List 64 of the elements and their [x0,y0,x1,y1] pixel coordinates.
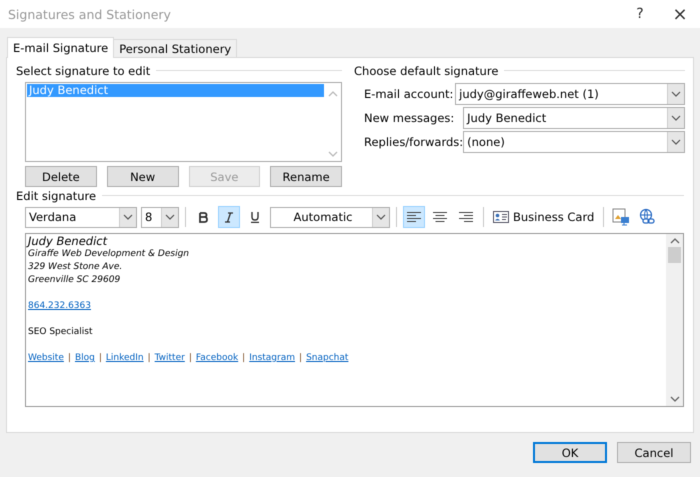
align-left-button[interactable] [403,206,425,228]
signature-line: SEO Specialist [28,326,94,339]
action-button[interactable]: New [106,166,178,187]
signature-editor[interactable]: Judy Benedict Giraffe Web Development & Design 329 West Stone Ave. Greenville SC 29609 864.232.6363 SEO Specialist Website | Blog | LinkedIn | Twitter | Facebook | Instagram | Snapchat [25,233,684,407]
section-heading: Select signature to edit [16,64,150,78]
italic-icon [224,212,234,222]
social-link[interactable]: Blog [74,352,95,365]
chevron-up-icon[interactable] [670,238,680,244]
picture-monitor-icon [612,208,630,226]
separator: | [148,352,151,365]
social-link[interactable]: LinkedIn [106,352,144,365]
social-link[interactable]: Instagram [249,352,296,365]
business-card-button[interactable]: Business Card [490,206,598,228]
chevron-down-icon [376,214,386,220]
separator: | [299,352,302,365]
separator: | [68,352,71,365]
field-label: Replies/forwards: [364,135,464,149]
chevron-down-icon [671,115,682,121]
dropdown[interactable]: 8 [141,206,179,228]
italic-button[interactable] [218,206,240,228]
chevron-down-icon [671,139,682,145]
signature-line: Greenville SC 29609 [28,274,122,287]
bold-icon [198,212,208,222]
globe-link-icon [638,208,656,226]
action-button[interactable]: Delete [25,166,97,187]
social-link[interactable]: Facebook [196,352,238,365]
section-heading: Choose default signature [354,64,498,78]
signature-line: 329 West Stone Ave. [28,261,124,274]
contact-card-icon [493,211,509,223]
tab[interactable]: Personal Stationery [113,39,238,57]
field-label: New messages: [364,111,454,125]
dialog-button[interactable]: OK [533,442,607,463]
signature-line: Giraffe Web Development & Design [28,248,190,261]
tab[interactable]: E-mail Signature [7,37,114,58]
close-button[interactable]: × [660,0,700,28]
scrollbar[interactable] [666,234,683,406]
dropdown[interactable]: judy@giraffeweb.net (1) [455,83,686,105]
action-button[interactable]: Rename [270,166,342,187]
scroll-thumb[interactable] [668,247,681,263]
window-title: Signatures and Stationery [8,6,172,22]
chevron-down-icon [123,214,133,220]
align-left-icon [407,212,421,222]
help-button[interactable]: ? [620,0,660,28]
social-link[interactable]: Website [28,352,64,365]
separator: | [98,352,102,365]
chevron-down-icon [165,214,175,220]
dropdown[interactable]: Judy Benedict [463,107,686,129]
chevron-down-icon [671,91,682,97]
align-right-icon [459,212,473,222]
signature-name: Judy Benedict [28,235,108,248]
field-label: E-mail account: [364,87,454,101]
chevron-down-icon[interactable] [670,396,680,402]
dropdown[interactable]: (none) [463,131,686,153]
social-link[interactable]: Twitter [154,352,185,365]
phone-link[interactable]: 864.232.6363 [28,301,91,311]
underline-icon [250,211,260,223]
dropdown[interactable]: Verdana [25,206,137,228]
section-heading: Edit signature [16,188,96,202]
dialog-button[interactable]: Cancel [617,442,691,463]
dropdown[interactable]: Automatic [270,206,390,228]
align-center-icon [433,212,447,222]
separator: | [188,352,192,365]
separator: | [242,352,246,365]
social-link[interactable]: Snapchat [306,352,348,365]
